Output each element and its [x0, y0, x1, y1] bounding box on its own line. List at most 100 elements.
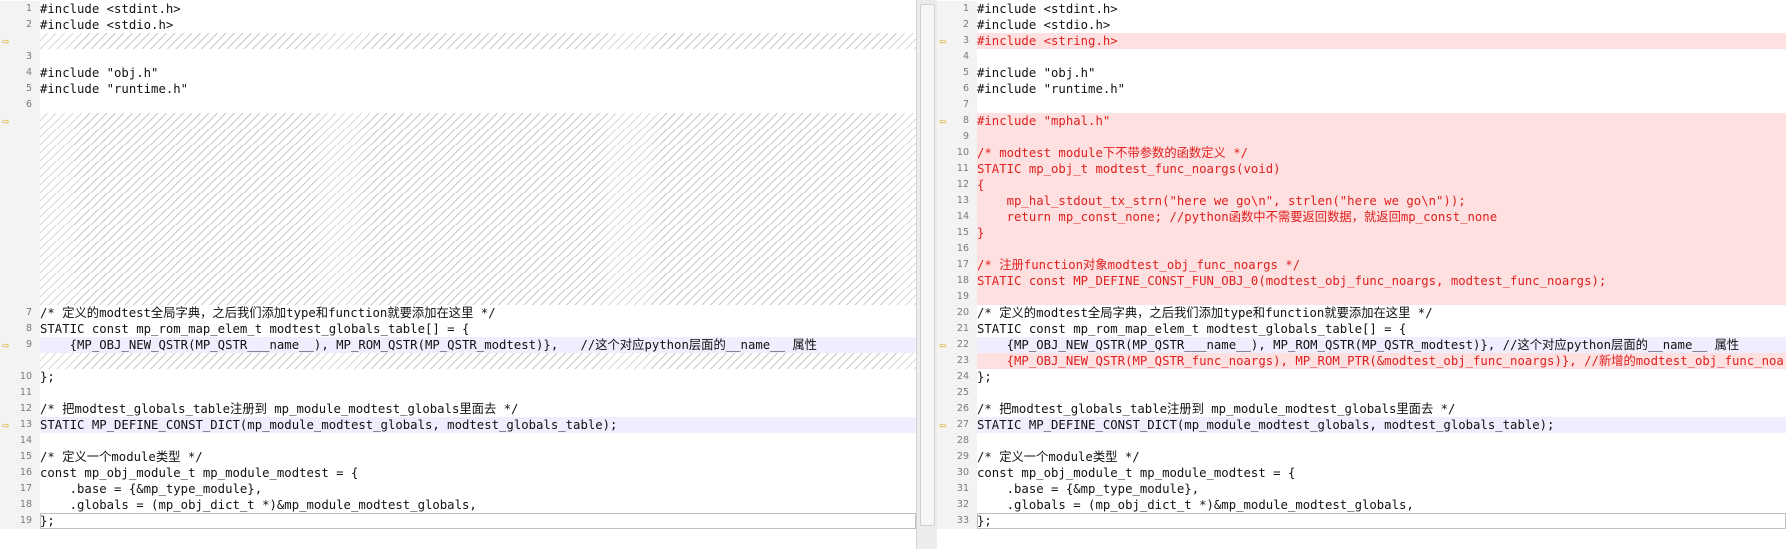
- code-line[interactable]: 28: [937, 433, 1786, 449]
- code-line[interactable]: 31 .base = {&mp_type_module},: [937, 481, 1786, 497]
- code-line[interactable]: ⇦ 3 #include <string.h>: [937, 33, 1786, 49]
- code-line[interactable]: 14 return mp_const_none; //python函数中不需要返…: [937, 209, 1786, 225]
- arrow-right-icon[interactable]: ⇨: [2, 419, 20, 431]
- line-number: 7: [962, 99, 969, 110]
- code-line[interactable]: ⇦ 22 {MP_OBJ_NEW_QSTR(MP_QSTR___name__), …: [937, 337, 1786, 353]
- code-content: {MP_OBJ_NEW_QSTR(MP_QSTR___name__), MP_R…: [977, 337, 1786, 353]
- code-line[interactable]: 18 STATIC const MP_DEFINE_CONST_FUN_OBJ_0…: [937, 273, 1786, 289]
- code-line[interactable]: [0, 353, 916, 369]
- code-line[interactable]: 29 /* 定义一个module类型 */: [937, 449, 1786, 465]
- code-line[interactable]: 15 /* 定义一个module类型 */: [0, 449, 916, 465]
- code-line[interactable]: 16 const mp_obj_module_t mp_module_modtes…: [0, 465, 916, 481]
- code-line[interactable]: 6: [0, 97, 916, 113]
- code-line[interactable]: ⇦ 8 #include "mphal.h": [937, 113, 1786, 129]
- right-editor-pane[interactable]: 1 #include <stdint.h> 2 #include <stdio.h> ⇦…: [937, 0, 1786, 549]
- code-line[interactable]: 5 #include "obj.h": [937, 65, 1786, 81]
- code-line[interactable]: 17 .base = {&mp_type_module},: [0, 481, 916, 497]
- code-line[interactable]: 7 /* 定义的modtest全局字典，之后我们添加type和function就要…: [0, 305, 916, 321]
- code-line[interactable]: [0, 161, 916, 177]
- code-line[interactable]: 18 .globals = (mp_obj_dict_t *)&mp_modul…: [0, 497, 916, 513]
- code-line[interactable]: ⇨ 13 STATIC MP_DEFINE_CONST_DICT(mp_module…: [0, 417, 916, 433]
- code-text: };: [977, 370, 992, 384]
- code-text: #include "runtime.h": [977, 82, 1126, 96]
- code-line[interactable]: 4: [937, 49, 1786, 65]
- code-text: {MP_OBJ_NEW_QSTR(MP_QSTR___name__), MP_R…: [977, 338, 1740, 352]
- arrow-right-icon[interactable]: ⇨: [2, 339, 20, 351]
- code-line[interactable]: 19: [937, 289, 1786, 305]
- code-line[interactable]: [0, 289, 916, 305]
- arrow-right-icon[interactable]: ⇨: [2, 35, 20, 47]
- line-gutter: 6: [937, 81, 977, 97]
- line-gutter: 31: [937, 481, 977, 497]
- code-line[interactable]: [0, 129, 916, 145]
- code-line[interactable]: 16: [937, 241, 1786, 257]
- scrollbar-thumb[interactable]: [920, 4, 935, 526]
- code-content: [40, 97, 916, 113]
- code-line[interactable]: 19};: [0, 513, 916, 529]
- code-line[interactable]: 6 #include "runtime.h": [937, 81, 1786, 97]
- code-line[interactable]: [0, 145, 916, 161]
- code-line[interactable]: 2 #include <stdio.h>: [937, 17, 1786, 33]
- code-line[interactable]: 11 STATIC mp_obj_t modtest_func_noargs(vo…: [937, 161, 1786, 177]
- code-line[interactable]: 24};: [937, 369, 1786, 385]
- code-line[interactable]: 5 #include "runtime.h": [0, 81, 916, 97]
- code-line[interactable]: 1 #include <stdint.h>: [0, 1, 916, 17]
- right-code-area[interactable]: 1 #include <stdint.h> 2 #include <stdio.h> ⇦…: [937, 1, 1786, 529]
- code-line[interactable]: 8 STATIC const mp_rom_map_elem_t modtest_…: [0, 321, 916, 337]
- code-line[interactable]: 23 {MP_OBJ_NEW_QSTR(MP_QSTR_func_noargs)…: [937, 353, 1786, 369]
- code-line[interactable]: 13 mp_hal_stdout_tx_strn("here we go\n",…: [937, 193, 1786, 209]
- code-line[interactable]: 7: [937, 97, 1786, 113]
- left-vertical-scrollbar[interactable]: [916, 0, 938, 549]
- code-line[interactable]: [0, 257, 916, 273]
- code-line[interactable]: ⇨: [0, 113, 916, 129]
- line-gutter: ⇦ 3: [937, 33, 977, 49]
- code-line[interactable]: [0, 225, 916, 241]
- arrow-left-icon[interactable]: ⇦: [939, 339, 957, 351]
- code-content: [977, 385, 1786, 401]
- code-line[interactable]: ⇨: [0, 33, 916, 49]
- code-line[interactable]: 20 /* 定义的modtest全局字典，之后我们添加type和function就…: [937, 305, 1786, 321]
- code-line[interactable]: 25: [937, 385, 1786, 401]
- code-line[interactable]: 21 STATIC const mp_rom_map_elem_t modtest…: [937, 321, 1786, 337]
- code-line[interactable]: [0, 273, 916, 289]
- code-line[interactable]: 2 #include <stdio.h>: [0, 17, 916, 33]
- code-line[interactable]: [0, 209, 916, 225]
- code-line[interactable]: 17 /* 注册function对象modtest_obj_func_noargs…: [937, 257, 1786, 273]
- code-content: #include "obj.h": [40, 65, 916, 81]
- code-line[interactable]: [0, 177, 916, 193]
- code-line[interactable]: [0, 241, 916, 257]
- left-code-area[interactable]: 1 #include <stdint.h> 2 #include <stdio.h> ⇨…: [0, 1, 916, 529]
- code-line[interactable]: 4 #include "obj.h": [0, 65, 916, 81]
- code-line[interactable]: 10 /* modtest module下不带参数的函数定义 */: [937, 145, 1786, 161]
- code-line[interactable]: 26 /* 把modtest_globals_table注册到 mp_module…: [937, 401, 1786, 417]
- code-line[interactable]: 12 /* 把modtest_globals_table注册到 mp_module…: [0, 401, 916, 417]
- code-content: [40, 289, 916, 305]
- line-number: 8: [25, 323, 32, 334]
- line-number: 29: [956, 451, 969, 462]
- code-line[interactable]: 32 .globals = (mp_obj_dict_t *)&mp_modul…: [937, 497, 1786, 513]
- arrow-left-icon[interactable]: ⇦: [939, 419, 957, 431]
- code-line[interactable]: 11: [0, 385, 916, 401]
- line-number: 15: [19, 451, 32, 462]
- arrow-left-icon[interactable]: ⇦: [939, 35, 957, 47]
- code-line[interactable]: 14: [0, 433, 916, 449]
- left-editor-pane[interactable]: 1 #include <stdint.h> 2 #include <stdio.h> ⇨…: [0, 0, 916, 549]
- code-line[interactable]: 3: [0, 49, 916, 65]
- line-gutter: [0, 129, 40, 145]
- arrow-right-icon[interactable]: ⇨: [2, 115, 20, 127]
- line-gutter: 29: [937, 449, 977, 465]
- arrow-left-icon[interactable]: ⇦: [939, 115, 957, 127]
- code-line[interactable]: 9: [937, 129, 1786, 145]
- code-line[interactable]: 15}: [937, 225, 1786, 241]
- code-content: STATIC MP_DEFINE_CONST_DICT(mp_module_mo…: [977, 417, 1786, 433]
- code-content: [40, 33, 916, 49]
- code-line[interactable]: ⇦ 27 STATIC MP_DEFINE_CONST_DICT(mp_module…: [937, 417, 1786, 433]
- code-line[interactable]: ⇨ 9 {MP_OBJ_NEW_QSTR(MP_QSTR___name__), M…: [0, 337, 916, 353]
- line-number: 6: [25, 99, 32, 110]
- code-line[interactable]: 1 #include <stdint.h>: [937, 1, 1786, 17]
- code-line[interactable]: 10};: [0, 369, 916, 385]
- code-line[interactable]: [0, 193, 916, 209]
- code-line[interactable]: 30 const mp_obj_module_t mp_module_modtes…: [937, 465, 1786, 481]
- code-line[interactable]: 33};: [937, 513, 1786, 529]
- code-line[interactable]: 12 {: [937, 177, 1786, 193]
